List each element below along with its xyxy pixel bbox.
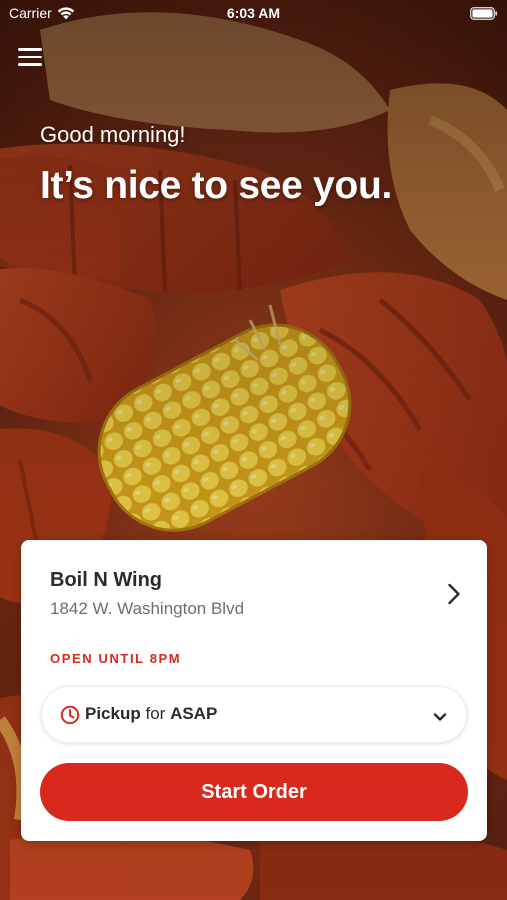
clock-icon bbox=[60, 705, 80, 725]
pickup-text: Pickup for ASAP bbox=[85, 704, 217, 724]
battery-icon bbox=[470, 7, 498, 20]
status-bar: Carrier 6:03 AM bbox=[0, 0, 507, 28]
order-card: Boil N Wing 1842 W. Washington Blvd OPEN… bbox=[21, 540, 487, 841]
pickup-connector: for bbox=[145, 704, 166, 723]
pickup-mode: Pickup bbox=[85, 704, 141, 723]
pickup-time: ASAP bbox=[170, 704, 218, 723]
store-address: 1842 W. Washington Blvd bbox=[50, 599, 245, 618]
store-hours-status: OPEN UNTIL 8PM bbox=[50, 651, 182, 666]
chevron-down-icon[interactable] bbox=[433, 709, 447, 721]
chevron-right-icon[interactable] bbox=[447, 583, 461, 605]
store-name: Boil N Wing bbox=[50, 569, 163, 591]
store-info-row[interactable]: Boil N Wing 1842 W. Washington Blvd bbox=[21, 540, 487, 640]
start-order-button[interactable]: Start Order bbox=[40, 763, 468, 821]
greeting-text: Good morning! bbox=[40, 122, 186, 147]
status-time: 6:03 AM bbox=[226, 5, 281, 21]
pickup-time-selector[interactable]: Pickup for ASAP bbox=[41, 686, 467, 743]
headline-text: It’s nice to see you. bbox=[40, 164, 393, 207]
hamburger-menu-icon[interactable] bbox=[18, 48, 42, 70]
